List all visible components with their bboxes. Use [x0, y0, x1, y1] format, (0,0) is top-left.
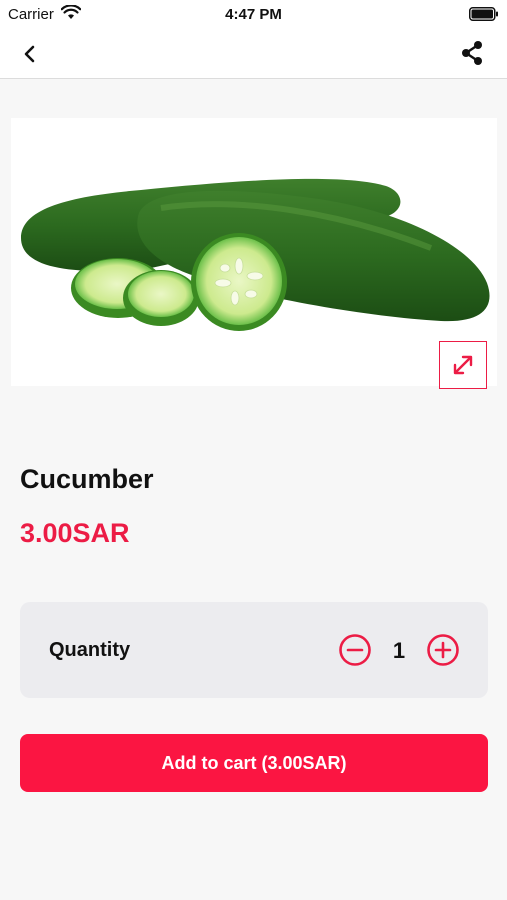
cucumber-photo	[11, 118, 497, 386]
product-name: Cucumber	[20, 464, 154, 494]
back-button[interactable]	[16, 40, 44, 68]
share-button[interactable]	[457, 38, 487, 68]
quantity-value: 1	[392, 638, 406, 663]
add-to-cart-button[interactable]: Add to cart (3.00SAR)	[20, 734, 488, 792]
status-bar: Carrier 4:47 PM	[0, 0, 507, 28]
expand-image-button[interactable]	[439, 341, 487, 389]
share-icon	[462, 41, 482, 65]
status-time: 4:47 PM	[225, 6, 282, 23]
plus-circle-icon	[427, 634, 459, 666]
quantity-stepper: Quantity 1	[20, 602, 488, 698]
quantity-label: Quantity	[49, 639, 131, 661]
battery-full-icon	[469, 7, 499, 26]
decrease-quantity-button[interactable]	[338, 633, 372, 667]
product-image-card	[11, 118, 497, 386]
minus-circle-icon	[339, 634, 371, 666]
increase-quantity-button[interactable]	[426, 633, 460, 667]
navigation-bar	[0, 28, 507, 79]
product-price: 3.00SAR	[20, 518, 130, 548]
chevron-left-icon	[24, 45, 35, 63]
expand-arrows-icon	[453, 355, 473, 375]
